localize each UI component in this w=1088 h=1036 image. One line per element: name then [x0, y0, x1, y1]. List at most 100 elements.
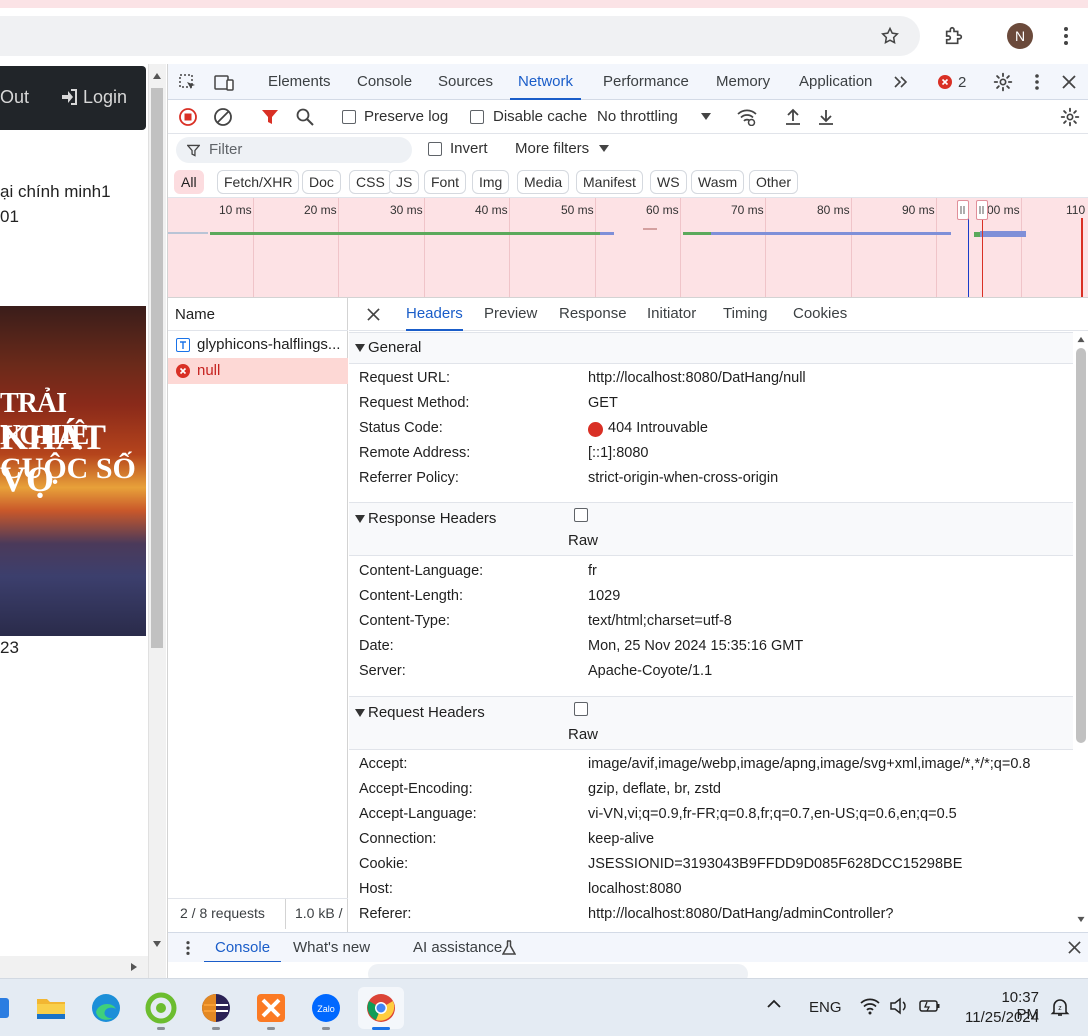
clock-date[interactable]: 11/25/2024: [959, 1009, 1039, 1026]
preserve-log-checkbox[interactable]: [342, 110, 356, 124]
book-cover-image[interactable]: TRẢI NGHIỆ KHÁT VỌ CUỘC SỐ: [0, 306, 146, 636]
browser-menu-icon[interactable]: [1048, 18, 1084, 54]
more-tabs-chevron-icon[interactable]: [892, 73, 910, 91]
error-count[interactable]: 2: [958, 74, 966, 91]
response-headers-section-header[interactable]: Response Headers Raw: [349, 502, 1073, 556]
notification-bell-icon[interactable]: z: [1050, 997, 1070, 1017]
type-filter-fetch-xhr[interactable]: Fetch/XHR: [217, 170, 300, 194]
throttling-dropdown-icon[interactable]: [701, 113, 711, 121]
tab-performance[interactable]: Performance: [603, 64, 689, 100]
header-key: Remote Address:: [359, 445, 471, 461]
search-icon[interactable]: [296, 108, 314, 126]
detail-tab-timing[interactable]: Timing: [723, 298, 767, 331]
tab-sources[interactable]: Sources: [438, 64, 493, 100]
detail-scrollbar-thumb[interactable]: [1076, 348, 1086, 743]
stop-recording-icon[interactable]: [179, 108, 197, 126]
network-conditions-wifi-icon[interactable]: [736, 108, 758, 126]
close-detail-icon[interactable]: [367, 308, 380, 321]
raw-checkbox[interactable]: [574, 508, 588, 522]
devtools-menu-icon[interactable]: [1034, 73, 1040, 91]
network-timeline-overview[interactable]: 10 ms 20 ms 30 ms 40 ms 50 ms 60 ms 70 m…: [168, 198, 1088, 298]
detail-tab-initiator[interactable]: Initiator: [647, 298, 696, 331]
type-filter-js[interactable]: JS: [389, 170, 420, 194]
type-filter-manifest[interactable]: Manifest: [576, 170, 643, 194]
filter-funnel-icon[interactable]: [261, 108, 279, 126]
tab-network[interactable]: Network: [510, 64, 582, 100]
type-filter-doc[interactable]: Doc: [302, 170, 341, 194]
show-hidden-icons-chevron-icon[interactable]: [766, 999, 782, 1009]
extensions-puzzle-icon[interactable]: [936, 18, 972, 54]
close-devtools-icon[interactable]: [1062, 75, 1076, 89]
edge-browser-icon[interactable]: [85, 987, 127, 1029]
taskview-app-icon[interactable]: [0, 987, 22, 1029]
device-toolbar-icon[interactable]: [213, 73, 235, 93]
page-hscrollbar[interactable]: [0, 956, 148, 978]
drawer-tab-ai-assistance[interactable]: AI assistance: [413, 933, 502, 963]
throttling-select[interactable]: No throttling: [597, 108, 678, 125]
inspect-element-icon[interactable]: [178, 73, 198, 93]
tab-application[interactable]: Application: [799, 64, 872, 100]
nav-login-link[interactable]: Login: [83, 87, 127, 108]
eclipse-ide-icon[interactable]: [195, 987, 237, 1029]
type-filter-css[interactable]: CSS: [349, 170, 392, 194]
request-headers-section-header[interactable]: Request Headers Raw: [349, 696, 1073, 750]
close-drawer-icon[interactable]: [1068, 941, 1081, 954]
profile-avatar[interactable]: N: [1002, 18, 1038, 54]
network-settings-gear-icon[interactable]: [1060, 107, 1080, 127]
address-bar[interactable]: [0, 16, 920, 56]
type-filter-img[interactable]: Img: [472, 170, 510, 194]
login-icon[interactable]: [60, 87, 80, 107]
xampp-icon[interactable]: [250, 987, 292, 1029]
timeline-selection-handle-right[interactable]: [976, 200, 988, 220]
request-row[interactable]: glyphicons-halflings...: [168, 332, 348, 358]
type-filter-other[interactable]: Other: [749, 170, 799, 194]
request-row-selected[interactable]: null: [168, 358, 348, 384]
detail-tab-cookies[interactable]: Cookies: [793, 298, 847, 331]
nav-logout-link[interactable]: Out: [0, 87, 29, 108]
drawer-tab-console[interactable]: Console: [204, 933, 282, 963]
more-filters-button[interactable]: More filters: [515, 140, 589, 157]
drawer-tab-whats-new[interactable]: What's new: [293, 933, 370, 963]
input-language[interactable]: ENG: [809, 999, 842, 1016]
font-file-icon: [176, 338, 190, 352]
type-filter-ws[interactable]: WS: [650, 170, 687, 194]
settings-gear-icon[interactable]: [993, 72, 1013, 92]
export-har-download-icon[interactable]: [817, 107, 835, 127]
type-filter-all[interactable]: All: [174, 170, 204, 194]
filter-input[interactable]: Filter: [176, 137, 412, 163]
detail-tab-response[interactable]: Response: [559, 298, 627, 331]
type-filter-wasm[interactable]: Wasm: [691, 170, 745, 194]
drawer-menu-icon[interactable]: [185, 940, 191, 956]
more-filters-dropdown-icon[interactable]: [599, 145, 609, 153]
tab-elements[interactable]: Elements: [268, 64, 331, 100]
volume-icon[interactable]: [889, 997, 909, 1015]
general-section-header[interactable]: General: [349, 332, 1073, 364]
timeline-selection-handle-left[interactable]: [957, 200, 969, 220]
tab-console[interactable]: Console: [357, 64, 412, 100]
header-value: JSESSIONID=3193043B9FFDD9D085F628DCC1529…: [588, 856, 963, 872]
chrome-browser-icon[interactable]: [358, 987, 404, 1029]
import-har-upload-icon[interactable]: [784, 107, 802, 127]
coccoc-browser-icon[interactable]: [140, 987, 182, 1029]
file-explorer-icon[interactable]: [30, 987, 72, 1029]
detail-scrollbar[interactable]: [1073, 332, 1088, 929]
name-column-header[interactable]: Name: [168, 298, 348, 331]
tab-memory[interactable]: Memory: [716, 64, 770, 100]
raw-checkbox[interactable]: [574, 702, 588, 716]
battery-icon[interactable]: [918, 997, 942, 1015]
disable-cache-checkbox[interactable]: [470, 110, 484, 124]
zalo-icon[interactable]: Zalo: [305, 987, 347, 1029]
clear-log-icon[interactable]: [214, 108, 232, 126]
timeline-tick: 110: [1066, 203, 1086, 217]
type-filter-media[interactable]: Media: [517, 170, 570, 194]
type-filter-font[interactable]: Font: [424, 170, 467, 194]
wifi-icon[interactable]: [860, 997, 880, 1015]
triangle-down-icon: [355, 515, 365, 523]
invert-checkbox[interactable]: [428, 142, 442, 156]
detail-tab-headers[interactable]: Headers: [406, 298, 463, 331]
page-scrollbar-thumb[interactable]: [151, 88, 163, 648]
header-key: Referer:: [359, 906, 412, 922]
detail-tab-preview[interactable]: Preview: [484, 298, 537, 331]
error-count-icon[interactable]: [938, 75, 952, 89]
bookmark-star-icon[interactable]: [872, 18, 908, 54]
